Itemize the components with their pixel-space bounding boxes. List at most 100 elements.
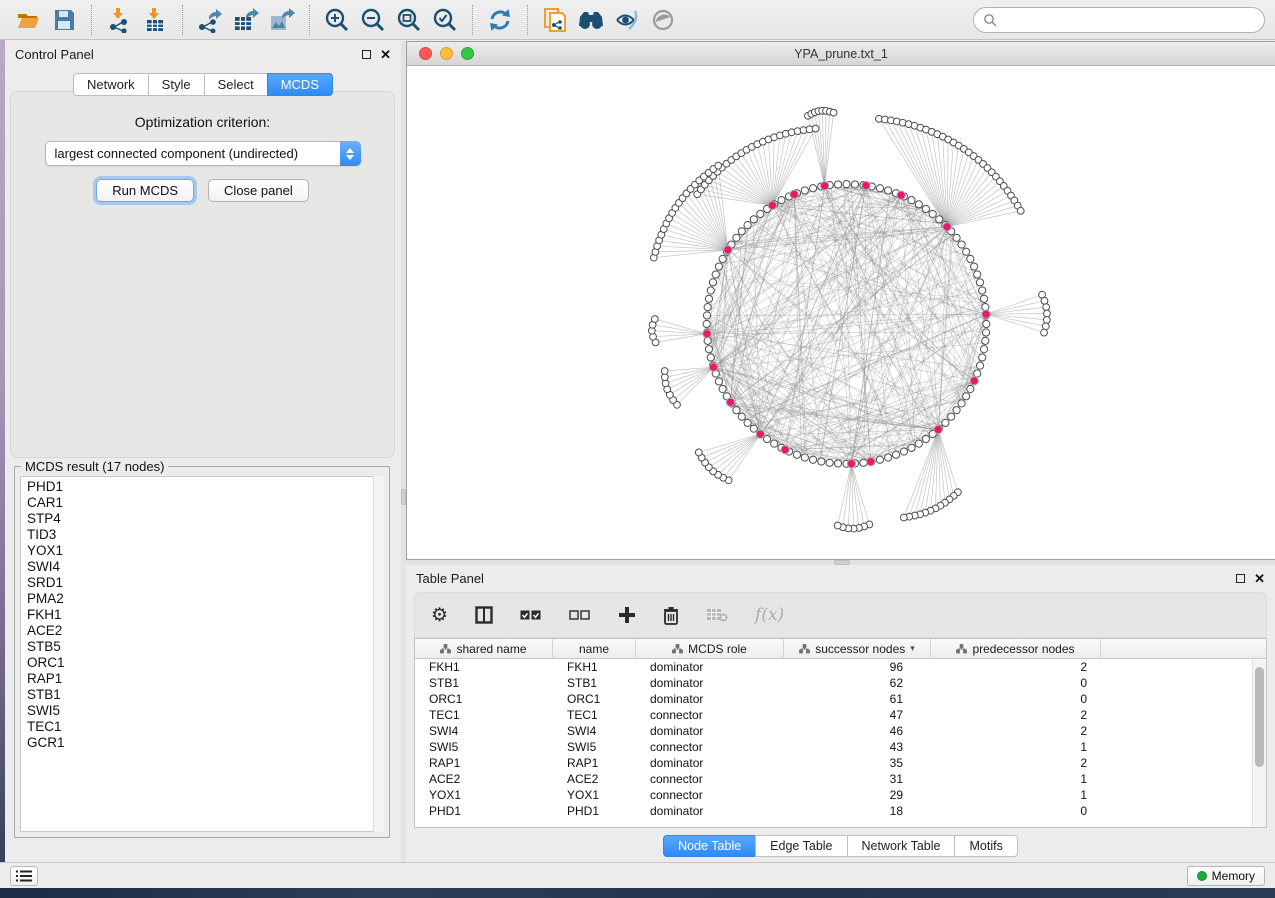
- graph-hub-node[interactable]: [847, 460, 855, 468]
- graph-node[interactable]: [750, 425, 757, 432]
- close-panel-icon[interactable]: ✕: [380, 48, 391, 61]
- tab-edge-table[interactable]: Edge Table: [755, 835, 846, 857]
- show-panels-button[interactable]: [10, 866, 38, 886]
- graph-leaf-node[interactable]: [1043, 304, 1050, 311]
- graph-node[interactable]: [703, 312, 710, 319]
- cell-name[interactable]: RAP1: [553, 756, 636, 770]
- cell-shared-name[interactable]: YOX1: [415, 788, 553, 802]
- graph-node[interactable]: [763, 435, 770, 442]
- graph-hub-node[interactable]: [703, 330, 711, 338]
- graph-hub-node[interactable]: [790, 190, 798, 198]
- graph-node[interactable]: [703, 320, 710, 327]
- cell-name[interactable]: TEC1: [553, 708, 636, 722]
- column-header-shared-name[interactable]: shared name: [415, 639, 553, 658]
- graph-node[interactable]: [876, 456, 883, 463]
- graph-node[interactable]: [953, 234, 960, 241]
- mcds-result-scrollbar[interactable]: [373, 476, 384, 832]
- cell-predecessor-nodes[interactable]: 1: [931, 740, 1101, 754]
- graph-hub-node[interactable]: [724, 246, 732, 254]
- mcds-result-item[interactable]: FKH1: [27, 607, 383, 623]
- search-input[interactable]: [997, 13, 1255, 27]
- run-mcds-button[interactable]: Run MCDS: [96, 179, 194, 202]
- tab-network[interactable]: Network: [73, 73, 148, 96]
- export-network-icon[interactable]: [195, 5, 225, 35]
- graph-node[interactable]: [942, 419, 949, 426]
- delete-column-icon[interactable]: [663, 603, 679, 627]
- mcds-result-list[interactable]: PHD1CAR1STP4TID3YOX1SWI4SRD1PMA2FKH1ACE2…: [20, 476, 384, 832]
- graph-leaf-node[interactable]: [834, 522, 841, 529]
- cell-successor-nodes[interactable]: 96: [784, 660, 931, 674]
- cell-predecessor-nodes[interactable]: 2: [931, 756, 1101, 770]
- mcds-result-item[interactable]: SWI4: [27, 559, 383, 575]
- graph-leaf-node[interactable]: [900, 514, 907, 521]
- graph-node[interactable]: [982, 329, 989, 336]
- network-window-titlebar[interactable]: YPA_prune.txt_1: [407, 42, 1275, 66]
- close-panel-button[interactable]: Close panel: [208, 179, 309, 202]
- save-session-icon[interactable]: [49, 5, 79, 35]
- graph-node[interactable]: [958, 241, 965, 248]
- cell-successor-nodes[interactable]: 43: [784, 740, 931, 754]
- cell-successor-nodes[interactable]: 31: [784, 772, 931, 786]
- cell-predecessor-nodes[interactable]: 0: [931, 804, 1101, 818]
- graph-hub-node[interactable]: [897, 191, 905, 199]
- graph-node[interactable]: [885, 454, 892, 461]
- column-header-predecessor-nodes[interactable]: predecessor nodes: [931, 639, 1101, 658]
- show-all-icon[interactable]: [648, 5, 678, 35]
- tab-select[interactable]: Select: [204, 73, 267, 96]
- cell-MCDS-role[interactable]: connector: [636, 740, 784, 754]
- cell-predecessor-nodes[interactable]: 2: [931, 660, 1101, 674]
- graph-hub-node[interactable]: [756, 430, 764, 438]
- graph-node[interactable]: [929, 210, 936, 217]
- column-header-successor-nodes[interactable]: successor nodes▾: [784, 639, 931, 658]
- table-row[interactable]: FKH1FKH1dominator962: [415, 659, 1266, 675]
- graph-node[interactable]: [922, 435, 929, 442]
- refresh-icon[interactable]: [485, 5, 515, 35]
- graph-node[interactable]: [963, 248, 970, 255]
- graph-node[interactable]: [834, 181, 841, 188]
- mcds-result-item[interactable]: CAR1: [27, 495, 383, 511]
- select-all-checkboxes-icon[interactable]: [520, 603, 542, 627]
- cell-MCDS-role[interactable]: dominator: [636, 676, 784, 690]
- graph-leaf-node[interactable]: [651, 316, 658, 323]
- graph-node[interactable]: [983, 320, 990, 327]
- graph-node[interactable]: [979, 354, 986, 361]
- tab-mcds[interactable]: MCDS: [267, 73, 333, 96]
- graph-node[interactable]: [733, 234, 740, 241]
- cell-predecessor-nodes[interactable]: 1: [931, 788, 1101, 802]
- graph-node[interactable]: [757, 210, 764, 217]
- graph-node[interactable]: [826, 459, 833, 466]
- table-row[interactable]: ACE2ACE2connector311: [415, 771, 1266, 787]
- graph-node[interactable]: [719, 385, 726, 392]
- graph-leaf-node[interactable]: [1042, 323, 1049, 330]
- cell-MCDS-role[interactable]: connector: [636, 708, 784, 722]
- mcds-result-item[interactable]: SWI5: [27, 703, 383, 719]
- cell-predecessor-nodes[interactable]: 0: [931, 676, 1101, 690]
- cell-shared-name[interactable]: ORC1: [415, 692, 553, 706]
- mcds-result-item[interactable]: ACE2: [27, 623, 383, 639]
- graph-hub-node[interactable]: [820, 182, 828, 190]
- cell-name[interactable]: SWI5: [553, 740, 636, 754]
- float-panel-icon[interactable]: [1236, 574, 1245, 583]
- graph-node[interactable]: [733, 407, 740, 414]
- cell-successor-nodes[interactable]: 35: [784, 756, 931, 770]
- mcds-result-item[interactable]: STB5: [27, 639, 383, 655]
- graph-node[interactable]: [974, 271, 981, 278]
- graph-node[interactable]: [818, 458, 825, 465]
- cell-successor-nodes[interactable]: 47: [784, 708, 931, 722]
- zoom-selected-icon[interactable]: [430, 5, 460, 35]
- graph-node[interactable]: [958, 400, 965, 407]
- table-row[interactable]: YOX1YOX1connector291: [415, 787, 1266, 803]
- graph-hub-node[interactable]: [862, 181, 870, 189]
- graph-node[interactable]: [953, 407, 960, 414]
- graph-hub-node[interactable]: [781, 445, 789, 453]
- table-row[interactable]: RAP1RAP1dominator352: [415, 755, 1266, 771]
- graph-node[interactable]: [801, 187, 808, 194]
- mcds-result-item[interactable]: RAP1: [27, 671, 383, 687]
- graph-node[interactable]: [809, 456, 816, 463]
- graph-node[interactable]: [719, 255, 726, 262]
- tab-motifs[interactable]: Motifs: [954, 835, 1017, 857]
- graph-leaf-node[interactable]: [1043, 316, 1050, 323]
- tab-network-table[interactable]: Network Table: [847, 835, 955, 857]
- mcds-result-item[interactable]: PMA2: [27, 591, 383, 607]
- graph-node[interactable]: [705, 295, 712, 302]
